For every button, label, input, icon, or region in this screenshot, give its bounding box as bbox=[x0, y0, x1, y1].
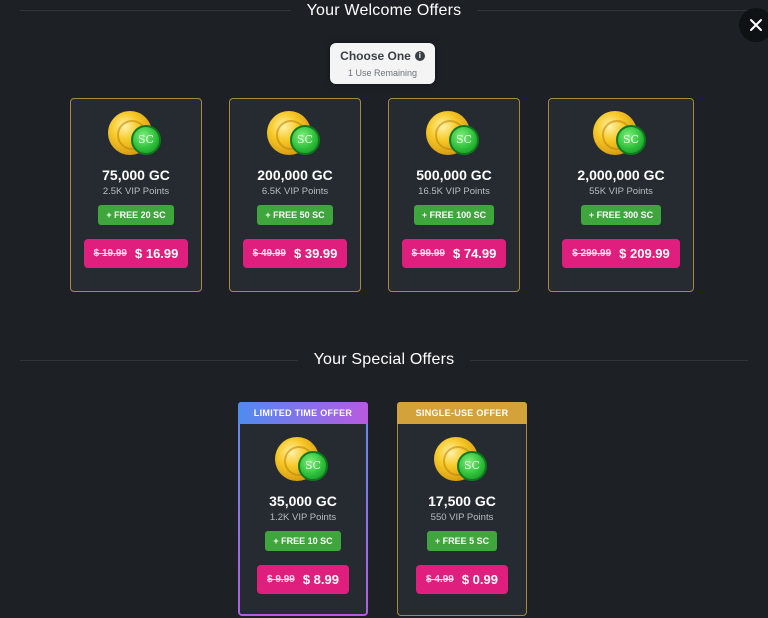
close-icon bbox=[750, 19, 762, 31]
coins-icon: SC bbox=[593, 111, 649, 157]
info-icon[interactable]: i bbox=[414, 51, 425, 61]
welcome-offer-card[interactable]: SC 500,000 GC 16.5K VIP Points + FREE 10… bbox=[388, 98, 520, 292]
coins-icon: SC bbox=[275, 437, 331, 483]
buy-button[interactable]: $ 49.99 $ 39.99 bbox=[242, 239, 348, 268]
offer-vip-points: 550 VIP Points bbox=[430, 512, 494, 523]
offer-amount: 500,000 GC bbox=[416, 167, 492, 183]
old-price: $ 299.99 bbox=[572, 248, 612, 259]
offer-amount: 35,000 GC bbox=[269, 493, 337, 509]
single-use-offer-card[interactable]: SINGLE-USE OFFER SC 17,500 GC 550 VIP Po… bbox=[397, 402, 527, 616]
buy-button[interactable]: $ 19.99 $ 16.99 bbox=[83, 239, 189, 268]
new-price: $ 39.99 bbox=[294, 246, 338, 261]
offer-vip-points: 16.5K VIP Points bbox=[418, 186, 490, 197]
free-sc-badge: + FREE 20 SC bbox=[98, 205, 174, 225]
choose-one-label: Choose One bbox=[340, 49, 411, 63]
buy-button[interactable]: $ 9.99 $ 8.99 bbox=[257, 565, 349, 594]
old-price: $ 49.99 bbox=[252, 248, 286, 259]
coins-icon: SC bbox=[267, 111, 323, 157]
single-use-offer-header: SINGLE-USE OFFER bbox=[397, 402, 527, 424]
welcome-offer-card[interactable]: SC 75,000 GC 2.5K VIP Points + FREE 20 S… bbox=[70, 98, 202, 292]
free-sc-badge: + FREE 100 SC bbox=[413, 205, 495, 225]
limited-time-offer-header: LIMITED TIME OFFER bbox=[238, 402, 368, 424]
new-price: $ 209.99 bbox=[619, 246, 670, 261]
special-offers-title: Your Special Offers bbox=[0, 351, 768, 369]
offer-vip-points: 1.2K VIP Points bbox=[269, 512, 337, 523]
offer-amount: 75,000 GC bbox=[102, 167, 170, 183]
new-price: $ 16.99 bbox=[135, 246, 179, 261]
offer-amount: 2,000,000 GC bbox=[577, 167, 665, 183]
welcome-offer-card[interactable]: SC 2,000,000 GC 55K VIP Points + FREE 30… bbox=[548, 98, 694, 292]
offer-amount: 200,000 GC bbox=[257, 167, 333, 183]
coins-icon: SC bbox=[426, 111, 482, 157]
old-price: $ 99.99 bbox=[411, 248, 445, 259]
free-sc-badge: + FREE 300 SC bbox=[580, 205, 662, 225]
free-sc-badge: + FREE 50 SC bbox=[257, 205, 333, 225]
old-price: $ 4.99 bbox=[426, 574, 454, 585]
free-sc-badge: + FREE 10 SC bbox=[265, 531, 341, 551]
welcome-offer-card[interactable]: SC 200,000 GC 6.5K VIP Points + FREE 50 … bbox=[229, 98, 361, 292]
limited-time-offer-card[interactable]: LIMITED TIME OFFER SC 35,000 GC 1.2K VIP… bbox=[238, 402, 368, 616]
close-button[interactable] bbox=[739, 8, 768, 42]
new-price: $ 0.99 bbox=[461, 572, 498, 587]
coins-icon: SC bbox=[434, 437, 490, 483]
offer-vip-points: 6.5K VIP Points bbox=[261, 186, 329, 197]
old-price: $ 9.99 bbox=[267, 574, 295, 585]
new-price: $ 8.99 bbox=[302, 572, 339, 587]
old-price: $ 19.99 bbox=[93, 248, 127, 259]
buy-button[interactable]: $ 99.99 $ 74.99 bbox=[401, 239, 507, 268]
choose-one-box: Choose One i 1 Use Remaining bbox=[330, 43, 435, 84]
welcome-offers-title: Your Welcome Offers bbox=[0, 2, 768, 20]
offer-amount: 17,500 GC bbox=[428, 493, 496, 509]
free-sc-badge: + FREE 5 SC bbox=[426, 531, 498, 551]
new-price: $ 74.99 bbox=[453, 246, 497, 261]
offer-vip-points: 2.5K VIP Points bbox=[102, 186, 170, 197]
coins-icon: SC bbox=[108, 111, 164, 157]
offer-vip-points: 55K VIP Points bbox=[589, 186, 653, 197]
uses-remaining: 1 Use Remaining bbox=[347, 68, 418, 78]
buy-button[interactable]: $ 4.99 $ 0.99 bbox=[416, 565, 508, 594]
buy-button[interactable]: $ 299.99 $ 209.99 bbox=[562, 239, 680, 268]
